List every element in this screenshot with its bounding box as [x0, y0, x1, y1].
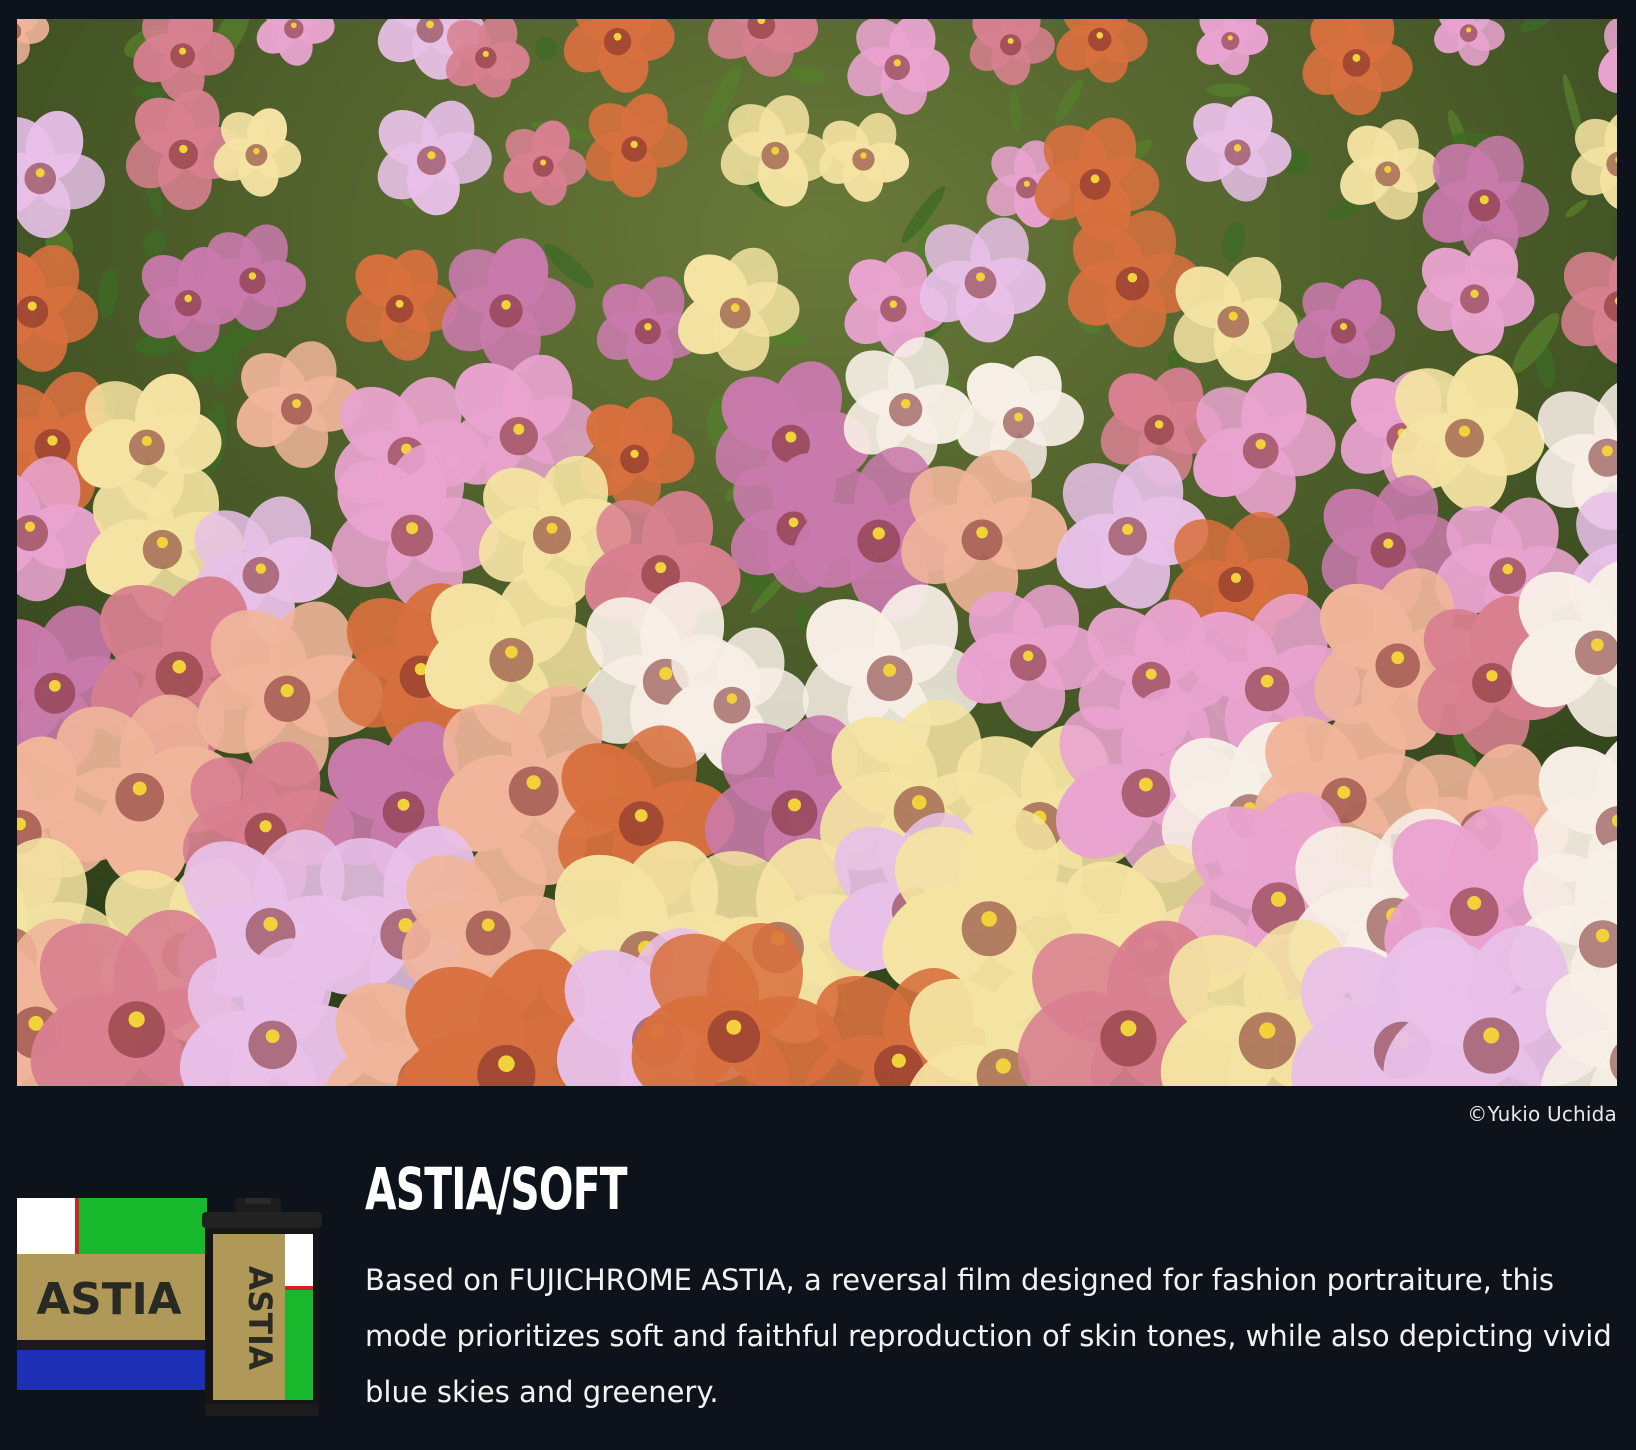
photo-credit: ©Yukio Uchida [1467, 1102, 1617, 1126]
film-box-icon: ASTIA [17, 1198, 207, 1390]
film-canister-icon: ASTIA [202, 1194, 322, 1416]
film-simulation-title: ASTIA/SOFT [365, 1155, 628, 1223]
film-box-label: ASTIA [37, 1274, 182, 1325]
film-canister-label: ASTIA [241, 1266, 279, 1370]
sample-photo [17, 19, 1617, 1086]
film-simulation-description: Based on FUJICHROME ASTIA, a reversal fi… [365, 1263, 1612, 1409]
pansy-field-image [17, 19, 1617, 1086]
astia-film-logo: ASTIA ASTIA [17, 1194, 327, 1420]
